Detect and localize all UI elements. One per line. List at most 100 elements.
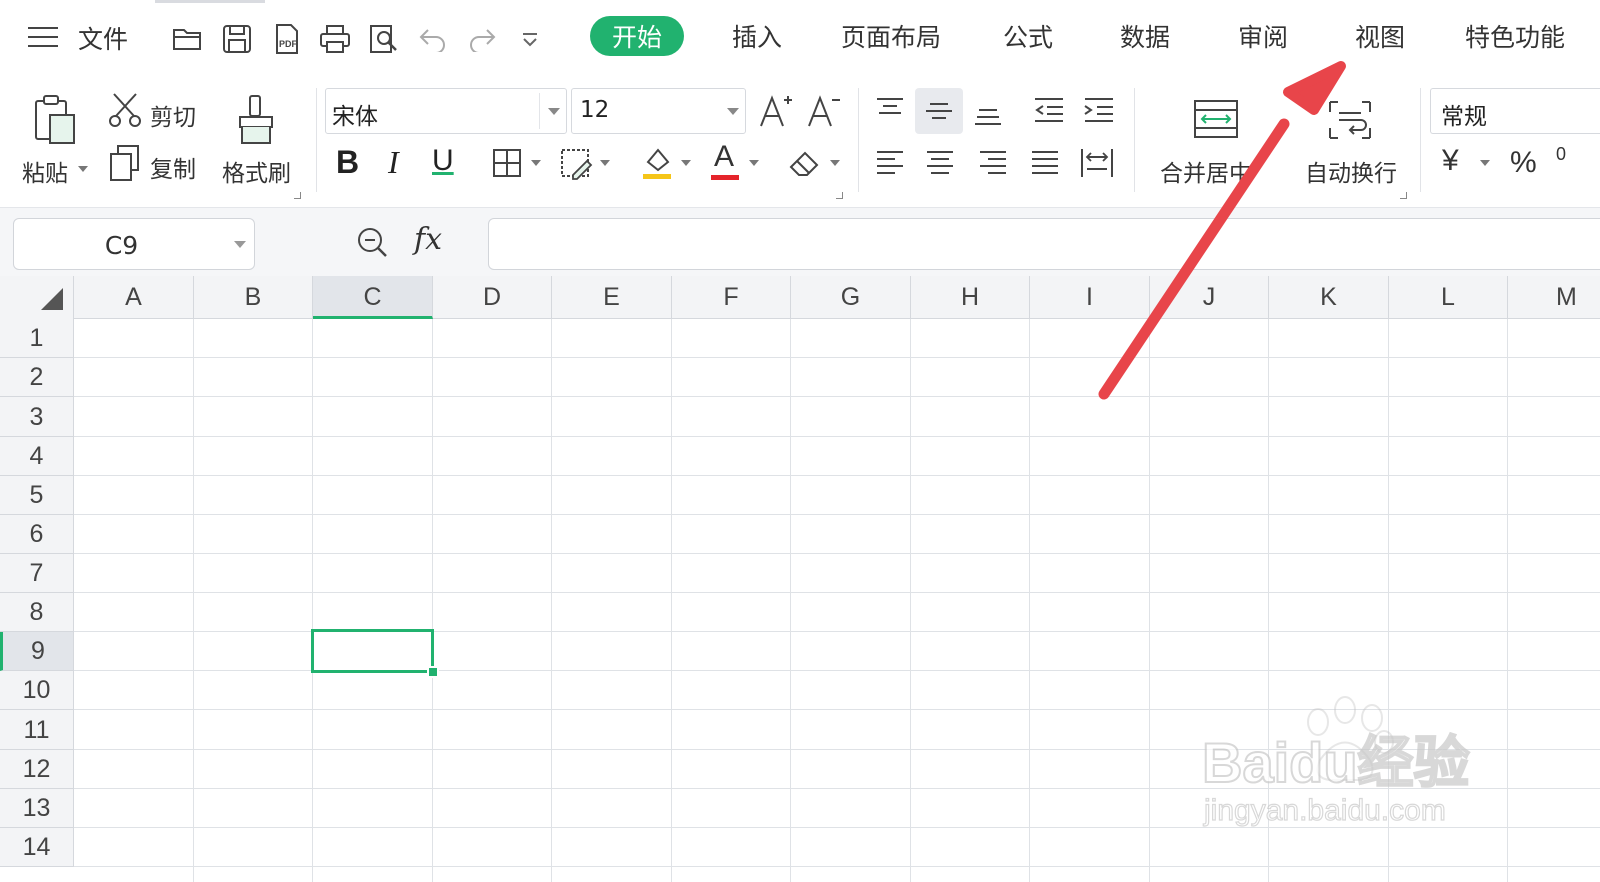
- bold-button[interactable]: B: [336, 144, 359, 181]
- paste-button[interactable]: 粘贴: [22, 154, 68, 188]
- undo-icon[interactable]: [416, 22, 450, 56]
- row-header[interactable]: 8: [0, 593, 74, 632]
- print-icon[interactable]: [318, 22, 352, 56]
- align-top-icon[interactable]: [872, 94, 908, 124]
- tab-insert[interactable]: 插入: [732, 18, 782, 54]
- font-group-launcher[interactable]: [836, 192, 843, 199]
- tab-special-features[interactable]: 特色功能: [1465, 18, 1565, 54]
- row-header[interactable]: 11: [0, 710, 74, 750]
- font-color-dropdown-icon[interactable]: [749, 160, 759, 166]
- fill-color-dropdown-icon[interactable]: [681, 160, 691, 166]
- font-name-select[interactable]: 宋体: [325, 88, 567, 134]
- merge-center-button[interactable]: 合并居中: [1160, 154, 1252, 188]
- italic-button[interactable]: I: [388, 144, 399, 181]
- column-header[interactable]: E: [552, 276, 672, 319]
- print-preview-icon[interactable]: [367, 22, 401, 56]
- row-header[interactable]: 2: [0, 358, 74, 397]
- row-header[interactable]: 7: [0, 554, 74, 593]
- copy-icon[interactable]: [107, 144, 143, 182]
- export-pdf-icon[interactable]: PDF: [270, 22, 304, 56]
- column-header[interactable]: L: [1389, 276, 1508, 319]
- row-header[interactable]: 12: [0, 750, 74, 789]
- cut-button[interactable]: 剪切: [150, 98, 196, 132]
- distributed-align-icon[interactable]: [1078, 146, 1116, 180]
- tab-formulas[interactable]: 公式: [1003, 18, 1053, 54]
- column-header[interactable]: F: [672, 276, 791, 319]
- formula-input[interactable]: [488, 218, 1600, 270]
- column-header[interactable]: D: [433, 276, 552, 319]
- row-header[interactable]: 14: [0, 828, 74, 867]
- select-all-button[interactable]: [0, 276, 74, 319]
- justify-icon[interactable]: [1027, 148, 1063, 178]
- column-header-active[interactable]: C: [313, 276, 433, 319]
- merge-center-icon[interactable]: [1190, 96, 1242, 142]
- percent-format-button[interactable]: %: [1510, 146, 1537, 180]
- row-header[interactable]: 5: [0, 476, 74, 515]
- row-header[interactable]: 4: [0, 437, 74, 476]
- font-color-icon[interactable]: A: [708, 140, 744, 182]
- row-header[interactable]: 1: [0, 319, 74, 358]
- column-header[interactable]: H: [911, 276, 1030, 319]
- file-menu[interactable]: 文件: [78, 20, 128, 56]
- thousands-separator-button[interactable]: 0: [1556, 144, 1566, 165]
- column-header[interactable]: G: [791, 276, 911, 319]
- scissors-icon[interactable]: [107, 92, 143, 128]
- redo-icon[interactable]: [465, 22, 499, 56]
- column-header[interactable]: I: [1030, 276, 1150, 319]
- align-middle-icon[interactable]: [915, 88, 963, 134]
- fill-color-icon[interactable]: [639, 144, 675, 182]
- row-header[interactable]: 3: [0, 397, 74, 437]
- cell-style-dropdown-icon[interactable]: [600, 160, 610, 166]
- paste-dropdown-icon[interactable]: [78, 166, 88, 172]
- font-size-select[interactable]: 12: [571, 88, 746, 134]
- paste-icon[interactable]: [30, 92, 80, 148]
- clipboard-group-launcher[interactable]: [294, 192, 301, 199]
- tab-page-layout[interactable]: 页面布局: [841, 18, 941, 54]
- currency-format-button[interactable]: ¥: [1442, 144, 1459, 178]
- tab-data[interactable]: 数据: [1120, 18, 1170, 54]
- zoom-search-icon[interactable]: [354, 224, 390, 260]
- clear-format-eraser-icon[interactable]: [786, 146, 824, 180]
- column-header[interactable]: B: [194, 276, 313, 319]
- customize-dropdown-icon[interactable]: [513, 22, 547, 56]
- underline-button[interactable]: U: [432, 144, 454, 178]
- row-header-active[interactable]: 9: [0, 632, 74, 671]
- cell-style-icon[interactable]: [558, 146, 594, 182]
- align-left-icon[interactable]: [872, 148, 908, 178]
- selected-cell-c9[interactable]: [311, 629, 434, 673]
- hamburger-menu-icon[interactable]: [28, 27, 58, 49]
- format-painter-icon[interactable]: [234, 92, 278, 148]
- row-header[interactable]: 6: [0, 515, 74, 554]
- tab-view[interactable]: 视图: [1355, 18, 1405, 54]
- align-center-icon[interactable]: [922, 148, 958, 178]
- column-header[interactable]: K: [1269, 276, 1389, 319]
- name-box[interactable]: C9: [13, 218, 255, 270]
- number-format-select[interactable]: 常规: [1430, 88, 1600, 134]
- decrease-font-size-icon[interactable]: [806, 92, 842, 130]
- copy-button[interactable]: 复制: [150, 150, 196, 184]
- name-box-dropdown-icon[interactable]: [234, 241, 246, 248]
- align-bottom-icon[interactable]: [970, 98, 1006, 128]
- fill-handle[interactable]: [427, 666, 439, 678]
- column-header[interactable]: M: [1508, 276, 1600, 319]
- row-header[interactable]: 10: [0, 671, 74, 710]
- row-header[interactable]: 13: [0, 789, 74, 828]
- currency-dropdown-icon[interactable]: [1480, 160, 1490, 166]
- alignment-group-launcher[interactable]: [1400, 192, 1407, 199]
- insert-function-button[interactable]: fx: [414, 222, 442, 257]
- borders-icon[interactable]: [490, 146, 524, 180]
- tab-review[interactable]: 审阅: [1238, 18, 1288, 54]
- wrap-text-button[interactable]: 自动换行: [1305, 154, 1397, 188]
- clear-dropdown-icon[interactable]: [830, 160, 840, 166]
- wrap-text-icon[interactable]: [1326, 98, 1374, 142]
- align-right-icon[interactable]: [975, 148, 1011, 178]
- tab-home[interactable]: 开始: [590, 16, 685, 56]
- column-header[interactable]: A: [74, 276, 194, 319]
- increase-indent-icon[interactable]: [1080, 94, 1118, 126]
- save-icon[interactable]: [220, 22, 254, 56]
- increase-font-size-icon[interactable]: [758, 92, 794, 130]
- column-header[interactable]: J: [1150, 276, 1269, 319]
- borders-dropdown-icon[interactable]: [531, 160, 541, 166]
- decrease-indent-icon[interactable]: [1030, 94, 1068, 126]
- format-painter-button[interactable]: 格式刷: [222, 154, 291, 188]
